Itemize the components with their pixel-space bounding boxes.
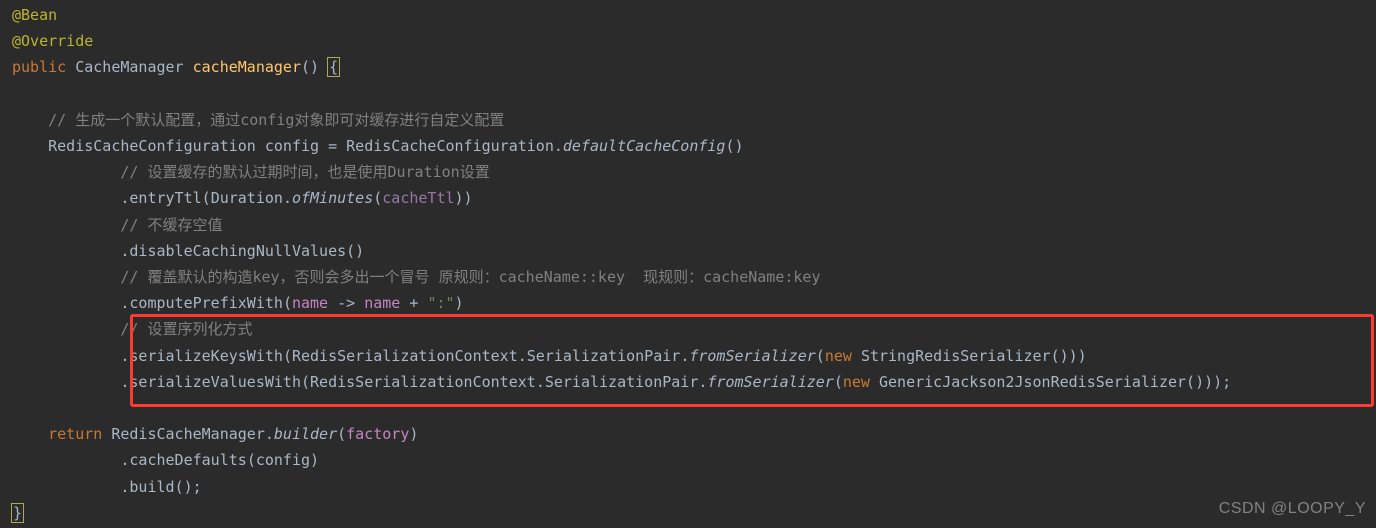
paren: ))	[455, 189, 473, 207]
paren: ()	[725, 137, 743, 155]
open-brace: {	[327, 57, 340, 77]
type: RedisCacheConfiguration	[48, 137, 256, 155]
static-method: ofMinutes	[292, 189, 373, 207]
keyword-return: return	[48, 425, 102, 443]
class-ref: GenericJackson2JsonRedisSerializer	[879, 373, 1186, 391]
class-ref: Duration	[211, 189, 283, 207]
paren: (	[337, 425, 346, 443]
close-brace: }	[11, 503, 24, 523]
method: cacheDefaults	[129, 451, 246, 469]
dot: .	[265, 425, 274, 443]
method: entryTtl	[129, 189, 201, 207]
paren: (	[816, 347, 825, 365]
field: cacheTtl	[382, 189, 454, 207]
dot: .	[518, 347, 527, 365]
class-ref: RedisCacheManager	[111, 425, 265, 443]
paren: ()));	[1186, 373, 1231, 391]
comment: // 生成一个默认配置，通过config对象即可对缓存进行自定义配置	[48, 111, 504, 129]
static-method: fromSerializer	[707, 373, 833, 391]
watermark: CSDN @LOOPY_Y	[1219, 496, 1366, 522]
keyword-new: new	[825, 347, 852, 365]
paren: (	[283, 294, 292, 312]
comment: // 覆盖默认的构造key，否则会多出一个冒号 原规则：cacheName::k…	[120, 268, 820, 286]
paren: )	[455, 294, 464, 312]
paren: (	[247, 451, 256, 469]
method: computePrefixWith	[129, 294, 283, 312]
paren: ()	[346, 242, 364, 260]
dot: .	[680, 347, 689, 365]
annotation-bean: @Bean	[12, 6, 57, 24]
method: serializeValuesWith	[129, 373, 301, 391]
paren: ()	[301, 58, 319, 76]
dot: .	[554, 137, 563, 155]
var: config	[265, 137, 319, 155]
param: factory	[346, 425, 409, 443]
return-type: CacheManager	[75, 58, 183, 76]
paren: (	[283, 347, 292, 365]
class-ref: StringRedisSerializer	[861, 347, 1051, 365]
class-ref: SerializationPair	[545, 373, 699, 391]
class-ref: RedisSerializationContext	[292, 347, 518, 365]
lambda-param: name	[292, 294, 328, 312]
var-ref: config	[256, 451, 310, 469]
comment: // 设置缓存的默认过期时间，也是使用Duration设置	[120, 163, 489, 181]
paren: ()))	[1051, 347, 1087, 365]
arrow: ->	[328, 294, 364, 312]
op: +	[400, 294, 427, 312]
dot: .	[536, 373, 545, 391]
method: disableCachingNullValues	[129, 242, 346, 260]
paren: )	[409, 425, 418, 443]
code-editor[interactable]: @Bean @Override public CacheManager cach…	[0, 0, 1376, 526]
class-ref: RedisSerializationContext	[310, 373, 536, 391]
paren: )	[310, 451, 319, 469]
paren: (	[373, 189, 382, 207]
paren: (	[202, 189, 211, 207]
method: build	[129, 478, 174, 496]
static-method: defaultCacheConfig	[563, 137, 726, 155]
class-ref: SerializationPair	[527, 347, 681, 365]
keyword-public: public	[12, 58, 66, 76]
op: =	[328, 137, 337, 155]
static-method: fromSerializer	[689, 347, 815, 365]
annotation-override: @Override	[12, 32, 93, 50]
class-ref: RedisCacheConfiguration	[346, 137, 554, 155]
var-ref: name	[364, 294, 400, 312]
string-literal: ":"	[427, 294, 454, 312]
paren: (	[834, 373, 843, 391]
static-method: builder	[274, 425, 337, 443]
dot: .	[283, 189, 292, 207]
paren: (	[301, 373, 310, 391]
paren: ();	[175, 478, 202, 496]
method-name: cacheManager	[193, 58, 301, 76]
method: serializeKeysWith	[129, 347, 283, 365]
comment: // 设置序列化方式	[120, 320, 252, 338]
keyword-new: new	[843, 373, 870, 391]
comment: // 不缓存空值	[120, 216, 222, 234]
